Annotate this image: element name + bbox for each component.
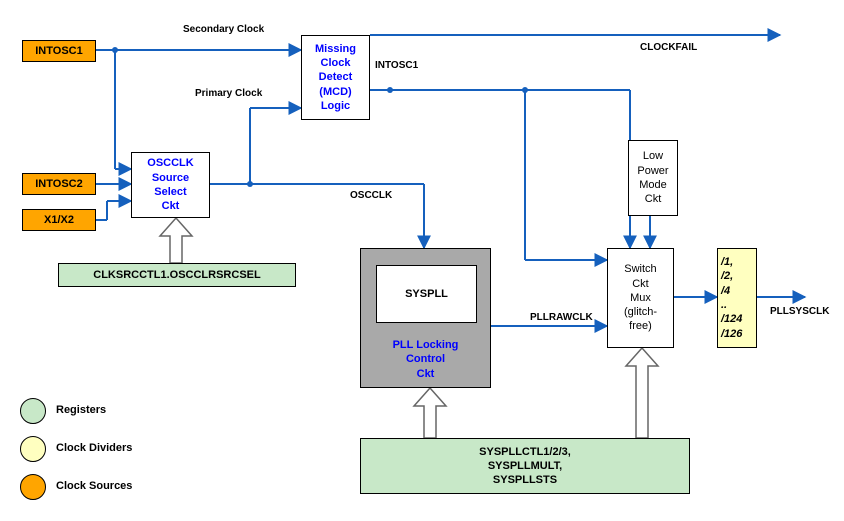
legend-swatch-sources (20, 474, 46, 500)
block-pll-locking: PLL Locking Control Ckt (361, 338, 490, 381)
block-syspll: SYSPLL (376, 265, 477, 323)
label-primary-clock: Primary Clock (195, 88, 262, 99)
block-divider: /1, /2, /4 .. /124 /126 (717, 248, 757, 348)
block-oscclk-select: OSCCLK Source Select Ckt (131, 152, 210, 218)
source-intosc2: INTOSC2 (22, 173, 96, 195)
register-clksrcctl: CLKSRCCTL1.OSCCLRSRCSEL (58, 263, 296, 287)
block-switch-mux: Switch Ckt Mux (glitch- free) (607, 248, 674, 348)
block-pll-group: SYSPLL PLL Locking Control Ckt (360, 248, 491, 388)
source-x1x2: X1/X2 (22, 209, 96, 231)
label-pllrawclk: PLLRAWCLK (530, 312, 593, 323)
label-oscclk: OSCCLK (350, 190, 392, 201)
block-mcd: Missing Clock Detect (MCD) Logic (301, 35, 370, 120)
block-lpm: Low Power Mode Ckt (628, 140, 678, 216)
legend-swatch-registers (20, 398, 46, 424)
label-clockfail: CLOCKFAIL (640, 42, 697, 53)
legend-label-sources: Clock Sources (56, 480, 132, 492)
legend-swatch-dividers (20, 436, 46, 462)
source-intosc1: INTOSC1 (22, 40, 96, 62)
label-secondary-clock: Secondary Clock (183, 24, 264, 35)
label-intosc1-out: INTOSC1 (375, 60, 418, 71)
label-pllsysclk: PLLSYSCLK (770, 306, 829, 317)
legend-label-dividers: Clock Dividers (56, 442, 132, 454)
register-syspll: SYSPLLCTL1/2/3, SYSPLLMULT, SYSPLLSTS (360, 438, 690, 494)
legend-label-registers: Registers (56, 404, 106, 416)
